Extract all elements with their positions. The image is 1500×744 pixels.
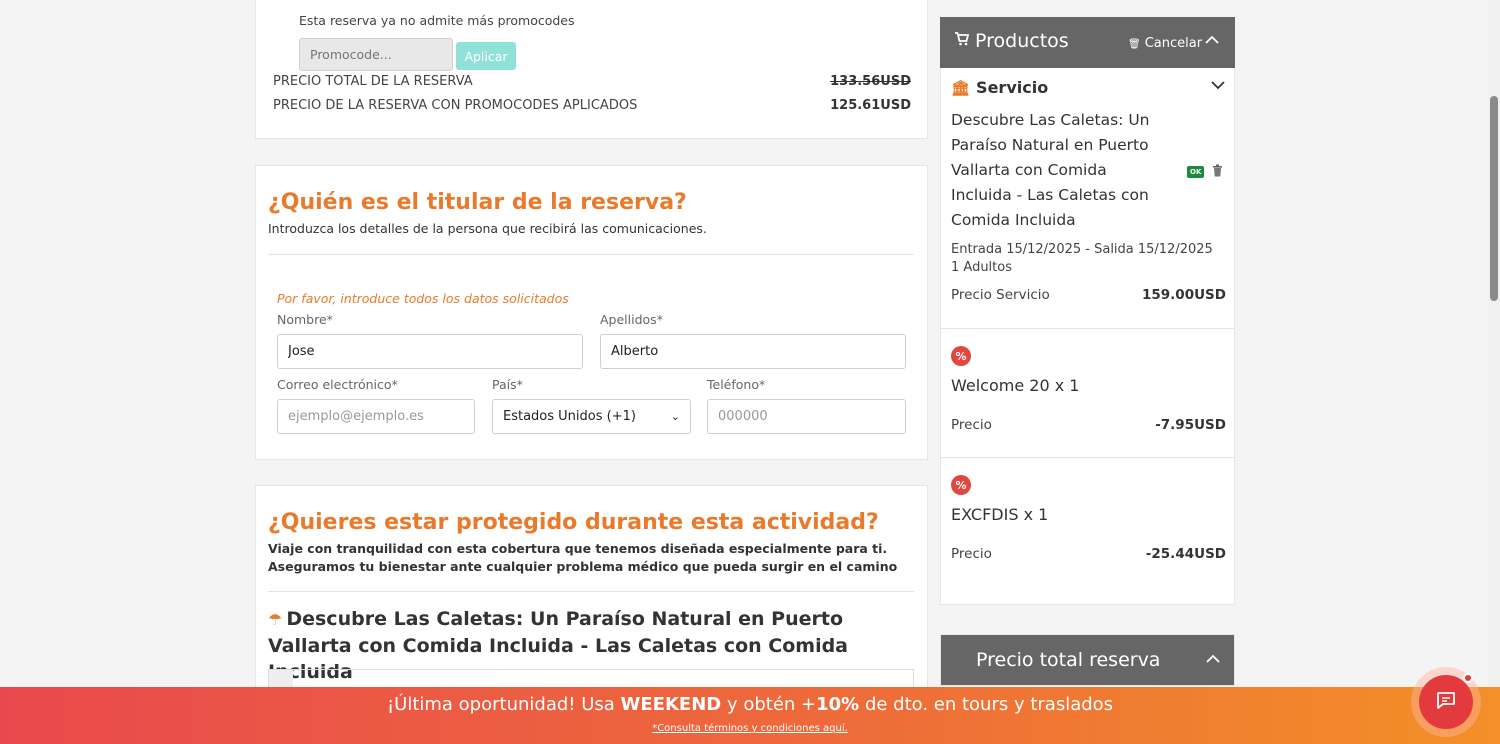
chevron-down-icon[interactable] (1211, 78, 1225, 94)
ok-badge: OK (1187, 166, 1205, 178)
products-title: Productos (975, 30, 1069, 52)
promocode-card: Esta reserva ya no admite más promocodes… (255, 0, 928, 139)
total-price-row: PRECIO TOTAL DE LA RESERVA 133.56USD (273, 74, 911, 89)
terms-link[interactable]: *Consulta términos y condiciones aquí. (0, 723, 1500, 734)
email-field[interactable] (277, 399, 475, 434)
products-panel: Productos 🗑 Cancelar 🏛 Servicio Descubre L… (940, 17, 1235, 605)
page-scrollbar[interactable] (1488, 0, 1500, 744)
total-price-value: 133.56USD (830, 74, 911, 89)
last-name-field[interactable] (600, 334, 906, 369)
umbrella-icon: ☂ (268, 610, 283, 629)
required-note: Por favor, introduce todos los datos sol… (277, 291, 569, 306)
notification-dot (1463, 673, 1473, 683)
chevron-up-icon[interactable] (1205, 33, 1219, 49)
service-heading-text: Servicio (976, 78, 1049, 97)
banner-text-part: de dto. en tours y traslados (859, 694, 1114, 715)
promocode-input[interactable] (299, 38, 453, 71)
cart-icon (954, 31, 970, 51)
discount-price-label: Precio (951, 417, 992, 433)
promo-price-label: PRECIO DE LA RESERVA CON PROMOCODES APLI… (273, 98, 638, 113)
discount-name: EXCFDIS x 1 (951, 505, 1049, 524)
total-price-label: PRECIO TOTAL DE LA RESERVA (273, 74, 473, 89)
total-price-panel[interactable]: Precio total reserva (940, 634, 1235, 686)
banner-code: WEEKEND (620, 694, 722, 715)
delete-service-icon[interactable] (1212, 164, 1223, 180)
country-select[interactable]: Estados Unidos (+1) ⌄ (492, 399, 691, 434)
discount-price-row: Precio -7.95USD (951, 417, 1226, 433)
products-header: Productos 🗑 Cancelar (940, 17, 1235, 68)
scrollbar-thumb[interactable] (1490, 96, 1498, 301)
apply-promocode-button[interactable]: Aplicar (456, 42, 516, 70)
promo-price-value: 125.61USD (830, 98, 911, 113)
insurance-description: Viaje con tranquilidad con esta cobertur… (268, 540, 897, 576)
promo-price-row: PRECIO DE LA RESERVA CON PROMOCODES APLI… (273, 98, 911, 113)
discount-name: Welcome 20 x 1 (951, 376, 1080, 395)
cancel-button[interactable]: 🗑 Cancelar (1128, 36, 1202, 51)
country-label: País* (492, 377, 523, 392)
divider (268, 591, 914, 592)
cancel-label: Cancelar (1144, 36, 1203, 51)
dates-text: Entrada 15/12/2025 - Salida 15/12/2025 (951, 242, 1213, 257)
country-selected: Estados Unidos (+1) (503, 409, 636, 424)
service-heading: 🏛 Servicio (951, 78, 1048, 97)
discount-icon: % (951, 475, 971, 495)
email-label: Correo electrónico* (277, 377, 398, 392)
first-name-field[interactable] (277, 334, 583, 369)
discount-price-row: Precio -25.44USD (951, 546, 1226, 562)
guests-text: 1 Adultos (951, 260, 1012, 275)
trash-icon: 🗑 (1128, 39, 1141, 50)
banner-text: ¡Última oportunidad! Usa WEEKEND y obtén… (0, 694, 1500, 715)
holder-subtitle: Introduzca los detalles de la persona qu… (268, 221, 707, 236)
insurance-title: ¿Quieres estar protegido durante esta ac… (268, 510, 879, 535)
promo-banner[interactable]: ¡Última oportunidad! Usa WEEKEND y obtén… (0, 687, 1500, 744)
service-price-label: Precio Servicio (951, 287, 1050, 303)
total-panel-title: Precio total reserva (976, 649, 1161, 671)
service-price-row: Precio Servicio 159.00USD (951, 287, 1226, 303)
chat-button[interactable] (1419, 675, 1473, 729)
service-name: Descubre Las Caletas: Un Paraíso Natural… (951, 111, 1150, 229)
discount-price-value: -25.44USD (1145, 546, 1226, 562)
divider (268, 254, 914, 255)
banner-text-part: ¡Última oportunidad! Usa (386, 694, 621, 715)
holder-title: ¿Quién es el titular de la reserva? (268, 190, 687, 215)
service-dates: Entrada 15/12/2025 - Salida 15/12/2025 1… (951, 241, 1213, 277)
divider (941, 328, 1234, 329)
phone-label: Teléfono* (707, 377, 766, 392)
chevron-down-icon: ⌄ (670, 410, 680, 423)
insurance-desc-line: Aseguramos tu bienestar ante cualquier p… (268, 559, 898, 574)
chevron-up-icon[interactable] (1206, 652, 1220, 668)
last-name-label: Apellidos* (600, 312, 663, 327)
phone-field[interactable] (707, 399, 906, 434)
promocode-note: Esta reserva ya no admite más promocodes (299, 13, 575, 28)
banner-text-part: y obtén + (721, 694, 817, 715)
discount-price-value: -7.95USD (1155, 417, 1226, 433)
first-name-label: Nombre* (277, 312, 333, 327)
divider (941, 457, 1234, 458)
discount-icon: % (951, 346, 971, 366)
insurance-desc-line: Viaje con tranquilidad con esta cobertur… (268, 541, 888, 556)
service-price-value: 159.00USD (1142, 287, 1226, 303)
holder-card: ¿Quién es el titular de la reserva? Intr… (255, 165, 928, 460)
discount-price-label: Precio (951, 546, 992, 562)
chat-icon (1435, 689, 1457, 715)
banner-percent: 10% (816, 694, 860, 715)
bank-icon: 🏛 (951, 79, 971, 97)
